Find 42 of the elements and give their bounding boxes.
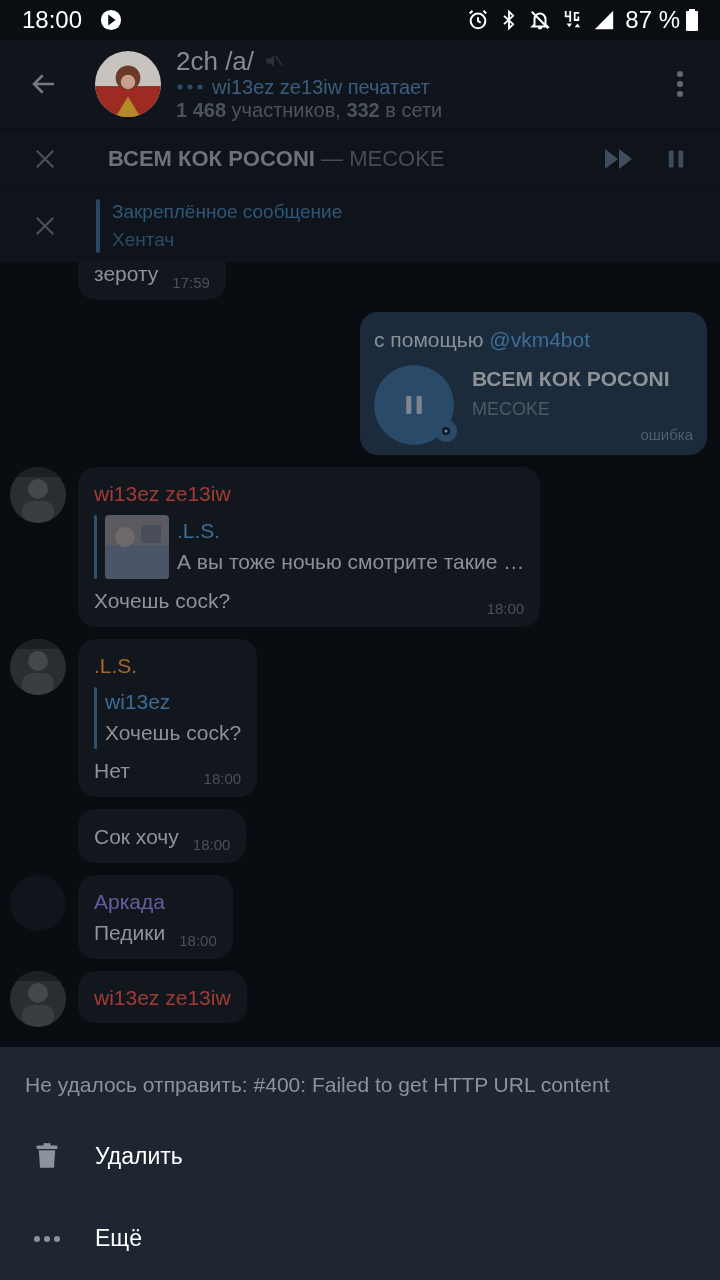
fast-forward-icon[interactable]: [604, 148, 634, 169]
sender-name: wi13ez ze13iw: [94, 984, 231, 1011]
more-icon: [33, 1234, 61, 1243]
signal-icon: [593, 9, 616, 31]
play-icon: [100, 9, 123, 31]
pinned-text: Хентач: [112, 227, 176, 252]
message-text: Нет: [94, 757, 130, 784]
muted-bell-icon: [529, 9, 552, 31]
reply-text: А вы тоже ночью смотрите такие …: [177, 548, 525, 575]
battery-percent: 87 %: [625, 5, 680, 35]
message-time: 18:00: [179, 931, 217, 951]
message-time: 18:00: [486, 599, 525, 619]
more-icon[interactable]: [676, 70, 684, 98]
message-time: 17:59: [172, 272, 210, 293]
audio-title: ВСЕМ КОК POCONI: [472, 366, 671, 392]
typing-status: wi13ez ze13iw печатает: [212, 76, 430, 98]
sender-name: Аркада: [94, 888, 166, 915]
message-text: зероту: [94, 261, 159, 287]
sender-name: wi13ez ze13iw: [94, 480, 232, 507]
reply-sender: .L.S.: [177, 517, 222, 544]
alarm-icon: [467, 9, 490, 31]
chat-title: 2ch /a/: [176, 46, 255, 76]
message-text: Педики: [94, 919, 166, 946]
sheet-title: Не удалось отправить: #400: Failed to get HTTP URL content: [24, 1072, 611, 1098]
message-time: 18:00: [192, 835, 231, 855]
menu-item[interactable]: Удалить: [0, 1114, 720, 1198]
close-icon[interactable]: [34, 147, 56, 170]
status-time: 18:00: [22, 5, 83, 35]
message-text: с помощью @vkm4bot: [374, 327, 591, 353]
pinned-label: Закреплённое сообщение: [112, 199, 343, 224]
sender-name: .L.S.: [94, 652, 139, 679]
message-text: Хочешь cock?: [94, 587, 231, 614]
member-count: 1 468 участников, 332 в сети: [176, 98, 444, 122]
menu-item[interactable]: Ещё: [0, 1197, 720, 1280]
reply-text: Хочешь cock?: [105, 719, 242, 746]
reply-sender: wi13ez: [105, 688, 172, 715]
player-track: ВСЕМ КОК POCONI — MECOKE: [108, 145, 446, 173]
close-icon[interactable]: [34, 214, 56, 237]
battery-icon: [686, 9, 698, 31]
message-text: Сок хочу: [94, 823, 179, 850]
message-time: 18:00: [203, 769, 242, 789]
download-icon: [434, 419, 458, 444]
